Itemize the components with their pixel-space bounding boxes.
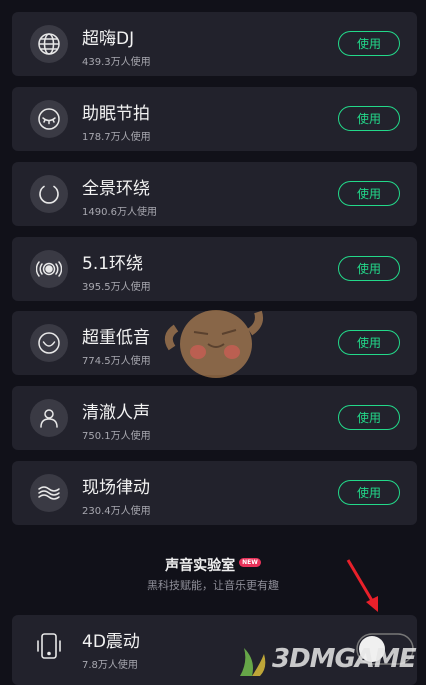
effect-card-live[interactable]: 现场律动 230.4万人使用 使用	[12, 461, 417, 525]
effect-card-dj[interactable]: 超嗨DJ 439.3万人使用 使用	[12, 12, 417, 76]
effect-users: 178.7万人使用	[82, 132, 151, 143]
phone-vibrate-icon	[37, 633, 61, 659]
use-button[interactable]: 使用	[338, 405, 400, 430]
effect-users: 439.3万人使用	[82, 57, 151, 68]
bass-smile-icon	[30, 324, 68, 362]
site-watermark: 3DMGAME	[234, 642, 424, 682]
use-button[interactable]: 使用	[338, 480, 400, 505]
effect-users: 395.5万人使用	[82, 282, 151, 293]
speaker-wave-icon	[30, 250, 68, 288]
effect-title: 助眠节拍	[82, 104, 150, 124]
effect-title: 全景环绕	[82, 179, 150, 199]
sound-lab-title-text: 声音实验室	[165, 558, 236, 574]
use-button[interactable]: 使用	[338, 330, 400, 355]
effect-title: 超重低音	[82, 328, 150, 348]
effect-card-surround[interactable]: 全景环绕 1490.6万人使用 使用	[12, 162, 417, 226]
use-button[interactable]: 使用	[338, 31, 400, 56]
effect-title: 超嗨DJ	[82, 29, 135, 49]
effect-users: 750.1万人使用	[82, 431, 151, 442]
use-button[interactable]: 使用	[338, 256, 400, 281]
watermark-logo-icon	[240, 648, 266, 676]
effect-title: 现场律动	[82, 478, 150, 498]
globe-icon	[30, 25, 68, 63]
effect-card-vocal[interactable]: 清澈人声 750.1万人使用 使用	[12, 386, 417, 450]
effect-card-51[interactable]: 5.1环绕 395.5万人使用 使用	[12, 237, 417, 301]
sleep-eye-icon	[30, 100, 68, 138]
vibration-users: 7.8万人使用	[82, 660, 138, 671]
wave-lines-icon	[30, 474, 68, 512]
effect-users: 774.5万人使用	[82, 356, 151, 367]
effect-card-sleep[interactable]: 助眠节拍 178.7万人使用 使用	[12, 87, 417, 151]
surround-ring-icon	[30, 175, 68, 213]
red-arrow-icon	[346, 559, 378, 612]
effect-users: 1490.6万人使用	[82, 207, 157, 218]
new-badge: NEW	[239, 558, 261, 567]
effect-title: 清澈人声	[82, 403, 150, 423]
effect-title: 5.1环绕	[82, 254, 144, 274]
vibration-title: 4D震动	[82, 632, 140, 652]
person-voice-icon	[30, 399, 68, 437]
use-button[interactable]: 使用	[338, 181, 400, 206]
watermark-text: 3DMGAME	[272, 644, 417, 674]
mascot-watermark-icon	[164, 310, 263, 378]
use-button[interactable]: 使用	[338, 106, 400, 131]
effect-users: 230.4万人使用	[82, 506, 151, 517]
